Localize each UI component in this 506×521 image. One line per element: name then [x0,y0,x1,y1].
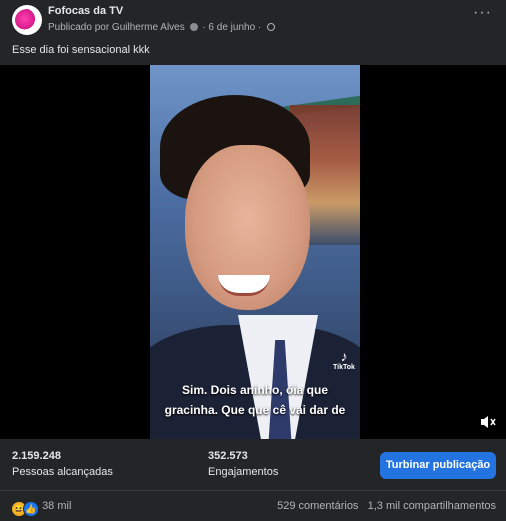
engagement-counts: 529 comentários 1,3 mil compartilhamento… [277,500,496,512]
boost-post-button[interactable]: Turbinar publicação [380,452,496,479]
post-meta: Publicado por Guilherme Alves · 6 de jun… [48,22,276,33]
video-player[interactable]: ♪ TikTok Sim. Dois aninho, óia que graci… [0,65,506,439]
engagement-stat: 352.573 Engajamentos [208,450,278,478]
subtitle-line-1: Sim. Dois aninho, óia que [181,383,328,397]
published-by[interactable]: Publicado por Guilherme Alves [48,22,185,33]
tiktok-label: TikTok [333,364,355,371]
tiktok-watermark: ♪ TikTok [330,349,358,372]
page-name[interactable]: Fofocas da TV [48,5,123,17]
reaction-count[interactable]: 38 mil [42,500,71,512]
reach-value: 2.159.248 [12,450,61,462]
profile-badge-icon [189,23,198,31]
shares-count[interactable]: 1,3 mil compartilhamentos [368,500,496,512]
reactions-summary[interactable]: 😆👍 38 mil [12,500,71,517]
post-date[interactable]: · 6 de junho · [202,22,261,33]
like-reaction-icon: 👍 [23,501,39,517]
post-header: Fofocas da TV Publicado por Guilherme Al… [0,0,506,40]
video-subtitle: Sim. Dois aninho, óia que gracinha. Que … [150,380,360,420]
reach-stat: 2.159.248 Pessoas alcançadas [12,450,113,478]
more-horizontal-icon[interactable]: ··· [473,5,492,21]
engagement-value: 352.573 [208,450,248,462]
page-logo [15,9,39,31]
engagement-label: Engajamentos [208,466,279,478]
tiktok-icon: ♪ [340,348,348,364]
subtitle-line-2: gracinha. Que que cê vai dar de [164,403,346,417]
page-avatar[interactable] [12,5,42,35]
reach-label: Pessoas alcançadas [12,466,113,478]
post-caption: Esse dia foi sensacional kkk [12,44,150,56]
muted-speaker-icon[interactable] [480,415,496,432]
comments-count[interactable]: 529 comentários [277,500,358,512]
globe-icon [267,23,276,31]
